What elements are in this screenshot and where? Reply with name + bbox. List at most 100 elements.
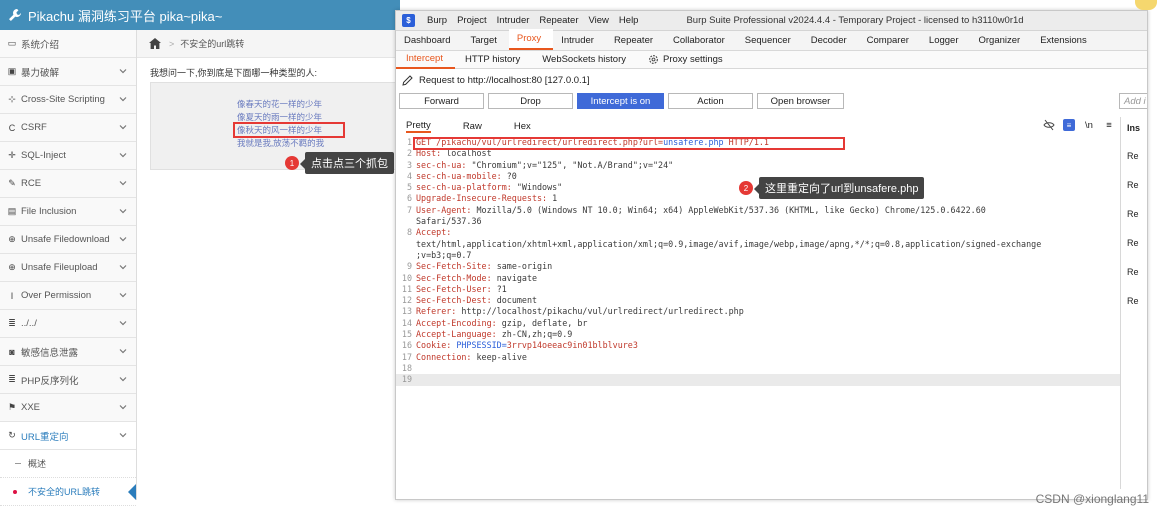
main-tab[interactable]: Dashboard (396, 35, 462, 50)
inspector-row[interactable]: Re (1121, 286, 1147, 315)
chevron-down-icon[interactable] (119, 95, 127, 103)
inspector-row[interactable]: Re (1121, 170, 1147, 199)
sidebar-item[interactable]: ⚑ XXE (0, 394, 136, 422)
tab-websockets-history[interactable]: WebSockets history (532, 51, 638, 69)
sidebar-item[interactable]: ⊕ Unsafe Filedownload (0, 226, 136, 254)
format-icon[interactable]: ≡ (1063, 119, 1075, 131)
drop-button[interactable]: Drop (488, 93, 573, 109)
sidebar-sub-item[interactable]: 不安全的URL跳转 (0, 478, 136, 506)
request-line[interactable]: 15 Accept-Language: zh-CN,zh;q=0.9 (396, 329, 1121, 340)
chevron-down-icon[interactable] (119, 207, 127, 215)
request-line[interactable]: 7 User-Agent: Mozilla/5.0 (Windows NT 10.… (396, 205, 1121, 216)
request-line[interactable]: text/html,application/xhtml+xml,applicat… (396, 239, 1121, 250)
code-token: Upgrade-Insecure-Requests: (416, 193, 553, 204)
sidebar-item[interactable]: ▭ 系统介绍 (0, 30, 136, 58)
main-tab[interactable]: Sequencer (737, 35, 803, 50)
main-tab[interactable]: Repeater (606, 35, 665, 50)
menu-item[interactable]: Project (457, 15, 487, 26)
inspector-row[interactable]: Re (1121, 141, 1147, 170)
chevron-down-icon[interactable] (119, 375, 127, 383)
intercept-toggle-button[interactable]: Intercept is on (577, 93, 664, 109)
menu-item[interactable]: Help (619, 15, 639, 26)
request-line[interactable]: Safari/537.36 (396, 216, 1121, 227)
request-line[interactable]: 12 Sec-Fetch-Dest: document (396, 295, 1121, 306)
main-tab[interactable]: Logger (921, 35, 971, 50)
newline-icon[interactable]: \n (1083, 119, 1095, 131)
hide-icon[interactable] (1043, 119, 1055, 131)
menu-item[interactable]: View (589, 15, 609, 26)
request-target-line: Request to http://localhost:80 [127.0.0.… (396, 69, 1147, 91)
menu-icon[interactable]: ≡ (1103, 119, 1115, 131)
chevron-down-icon[interactable] (119, 67, 127, 75)
view-raw[interactable]: Raw (463, 121, 482, 132)
sidebar-item[interactable]: ▣ 暴力破解 (0, 58, 136, 86)
main-tab[interactable]: Proxy (508, 29, 554, 50)
main-tab[interactable]: Decoder (803, 35, 859, 50)
request-line[interactable]: 18 (396, 363, 1121, 374)
chevron-down-icon[interactable] (119, 319, 127, 327)
open-browser-button[interactable]: Open browser (757, 93, 844, 109)
sidebar-item[interactable]: C CSRF (0, 114, 136, 142)
chevron-down-icon[interactable] (119, 263, 127, 271)
sidebar-item[interactable]: ▤ File Inclusion (0, 198, 136, 226)
sidebar-item[interactable]: ◙ 敏感信息泄露 (0, 338, 136, 366)
menu-item[interactable]: Intruder (497, 15, 530, 26)
request-line[interactable]: 14 Accept-Encoding: gzip, deflate, br (396, 318, 1121, 329)
option-link-4[interactable]: 我就是我,放荡不羁的我 (237, 137, 324, 149)
main-tab[interactable]: Comparer (859, 35, 921, 50)
request-line[interactable]: 17 Connection: keep-alive (396, 352, 1121, 363)
add-button[interactable]: Add i (1119, 93, 1147, 109)
sidebar-item[interactable]: ≣ PHP反序列化 (0, 366, 136, 394)
menu-item[interactable]: Repeater (539, 15, 578, 26)
sidebar-sub-item[interactable]: 概述 (0, 450, 136, 478)
request-line[interactable]: 13 Referer: http://localhost/pikachu/vul/… (396, 306, 1121, 317)
tab-proxy-settings[interactable]: Proxy settings (638, 51, 735, 69)
sidebar-item[interactable]: ⊕ Unsafe Fileupload (0, 254, 136, 282)
request-line[interactable]: ;v=b3;q=0.7 (396, 250, 1121, 261)
home-icon[interactable] (149, 38, 161, 49)
request-line[interactable]: 10 Sec-Fetch-Mode: navigate (396, 273, 1121, 284)
main-tab[interactable]: Intruder (553, 35, 606, 50)
request-line[interactable]: 9 Sec-Fetch-Site: same-origin (396, 261, 1121, 272)
line-number: 10 (401, 272, 412, 283)
request-line[interactable]: 11 Sec-Fetch-User: ?1 (396, 284, 1121, 295)
sidebar-item[interactable]: ≣ ../../ (0, 310, 136, 338)
view-hex[interactable]: Hex (514, 121, 531, 132)
view-pretty[interactable]: Pretty (406, 120, 431, 133)
main-tab[interactable]: Collaborator (665, 35, 737, 50)
main-tab[interactable]: Extensions (1032, 35, 1098, 50)
inspector-row[interactable]: Re (1121, 257, 1147, 286)
option-link-1[interactable]: 像春天的花一样的少年 (237, 98, 322, 110)
chevron-down-icon[interactable] (119, 151, 127, 159)
request-line[interactable]: 8 Accept: (396, 227, 1121, 238)
action-button[interactable]: Action (668, 93, 753, 109)
code-token: Cookie: (416, 340, 457, 351)
request-line[interactable]: 3 sec-ch-ua: "Chromium";v="125", "Not.A/B… (396, 160, 1121, 171)
forward-button[interactable]: Forward (399, 93, 484, 109)
tab-intercept[interactable]: Intercept (396, 51, 455, 69)
line-number: 4 (406, 170, 412, 181)
chevron-down-icon[interactable] (119, 179, 127, 187)
tab-http-history[interactable]: HTTP history (455, 51, 532, 69)
menu-item[interactable]: Burp (427, 15, 447, 26)
chevron-down-icon[interactable] (119, 347, 127, 355)
desktop-icon: ▭ (7, 38, 17, 48)
chevron-down-icon[interactable] (119, 403, 127, 411)
chevron-down-icon[interactable] (119, 123, 127, 131)
request-line[interactable]: 19 (396, 374, 1121, 386)
sidebar-item[interactable]: I Over Permission (0, 282, 136, 310)
sidebar-item[interactable]: ↻ URL重定向 (0, 422, 136, 450)
sidebar-item[interactable]: ⊹ Cross-Site Scripting (0, 86, 136, 114)
chevron-down-icon[interactable] (119, 291, 127, 299)
sidebar-item[interactable]: ✛ SQL-Inject (0, 142, 136, 170)
sidebar-item[interactable]: ✎ RCE (0, 170, 136, 198)
chevron-down-icon[interactable] (119, 235, 127, 243)
inspector-row[interactable]: Re (1121, 199, 1147, 228)
inspector-row[interactable]: Re (1121, 228, 1147, 257)
main-tab[interactable]: Organizer (971, 35, 1033, 50)
app-title[interactable]: Pikachu 漏洞练习平台 pika~pika~ (28, 6, 222, 25)
request-line[interactable]: 16 Cookie: PHPSESSID=3rrvp14oeeac9in01blb… (396, 340, 1121, 351)
sidebar-sub-item-label: 不安全的URL跳转 (28, 487, 101, 497)
chevron-down-icon[interactable] (119, 431, 127, 439)
main-tab[interactable]: Target (462, 35, 508, 50)
